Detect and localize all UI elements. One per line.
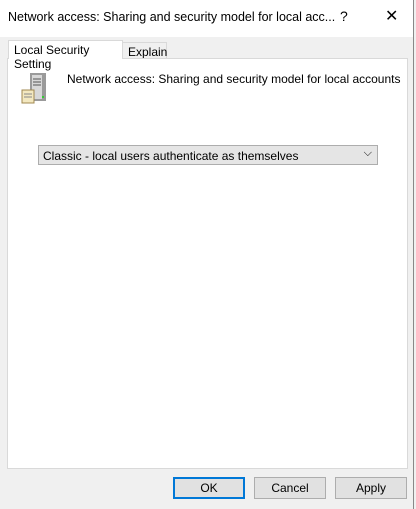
policy-name: Network access: Sharing and security mod… <box>67 72 401 86</box>
tab-local-security-setting[interactable]: Local Security Setting <box>8 40 123 71</box>
tab-explain[interactable]: Explain <box>122 42 167 59</box>
title-bar: Network access: Sharing and security mod… <box>0 0 414 37</box>
apply-button[interactable]: Apply <box>335 477 407 499</box>
window-border <box>413 0 414 509</box>
security-model-dropdown[interactable]: Classic - local users authenticate as th… <box>38 145 378 165</box>
cancel-button[interactable]: Cancel <box>254 477 326 499</box>
ok-button[interactable]: OK <box>173 477 245 499</box>
window-title: Network access: Sharing and security mod… <box>8 10 336 24</box>
server-policy-icon <box>21 73 46 104</box>
help-button[interactable]: ? <box>340 8 348 24</box>
close-button[interactable]: ✕ <box>385 6 398 26</box>
tab-panel <box>7 58 408 469</box>
dropdown-value: Classic - local users authenticate as th… <box>43 149 299 163</box>
chevron-down-icon: ⌵ <box>363 147 372 159</box>
